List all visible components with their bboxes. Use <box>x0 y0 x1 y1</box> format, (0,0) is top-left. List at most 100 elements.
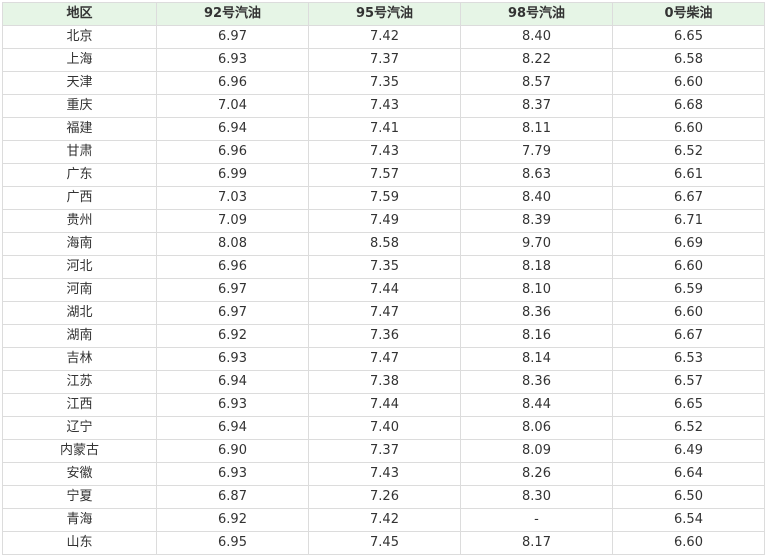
cell-98-gasoline: 8.14 <box>460 347 613 371</box>
cell-0-diesel: 6.50 <box>612 485 765 509</box>
cell-region: 江苏 <box>2 370 157 394</box>
cell-92-gasoline: 6.93 <box>156 393 309 417</box>
cell-92-gasoline: 6.99 <box>156 163 309 187</box>
cell-92-gasoline: 6.97 <box>156 278 309 302</box>
cell-92-gasoline: 6.87 <box>156 485 309 509</box>
oil-price-table: 地区 92号汽油 95号汽油 98号汽油 0号柴油 北京 6.97 7.42 8.40… <box>2 2 765 555</box>
cell-region: 安徽 <box>2 462 157 486</box>
table-row: 广西 7.03 7.59 8.40 6.67 <box>2 186 765 210</box>
cell-0-diesel: 6.60 <box>612 117 765 141</box>
cell-0-diesel: 6.60 <box>612 301 765 325</box>
table-row: 北京 6.97 7.42 8.40 6.65 <box>2 25 765 49</box>
table-row: 山东 6.95 7.45 8.17 6.60 <box>2 531 765 555</box>
cell-98-gasoline: 7.79 <box>460 140 613 164</box>
cell-98-gasoline: 8.06 <box>460 416 613 440</box>
cell-98-gasoline: 8.36 <box>460 301 613 325</box>
cell-region: 天津 <box>2 71 157 95</box>
cell-0-diesel: 6.67 <box>612 324 765 348</box>
cell-92-gasoline: 7.09 <box>156 209 309 233</box>
cell-98-gasoline: 8.37 <box>460 94 613 118</box>
cell-region: 广西 <box>2 186 157 210</box>
cell-92-gasoline: 6.92 <box>156 508 309 532</box>
cell-92-gasoline: 7.04 <box>156 94 309 118</box>
cell-95-gasoline: 7.43 <box>308 94 461 118</box>
cell-95-gasoline: 7.37 <box>308 439 461 463</box>
table-row: 湖北 6.97 7.47 8.36 6.60 <box>2 301 765 325</box>
cell-region: 辽宁 <box>2 416 157 440</box>
cell-0-diesel: 6.68 <box>612 94 765 118</box>
table-row: 重庆 7.04 7.43 8.37 6.68 <box>2 94 765 118</box>
cell-98-gasoline: 8.17 <box>460 531 613 555</box>
cell-region: 河北 <box>2 255 157 279</box>
cell-98-gasoline: 8.22 <box>460 48 613 72</box>
cell-92-gasoline: 6.96 <box>156 255 309 279</box>
table-row: 吉林 6.93 7.47 8.14 6.53 <box>2 347 765 371</box>
cell-95-gasoline: 8.58 <box>308 232 461 256</box>
cell-92-gasoline: 7.03 <box>156 186 309 210</box>
cell-region: 海南 <box>2 232 157 256</box>
cell-region: 广东 <box>2 163 157 187</box>
table-row: 河南 6.97 7.44 8.10 6.59 <box>2 278 765 302</box>
cell-92-gasoline: 6.93 <box>156 347 309 371</box>
cell-92-gasoline: 6.92 <box>156 324 309 348</box>
cell-0-diesel: 6.52 <box>612 416 765 440</box>
cell-0-diesel: 6.65 <box>612 393 765 417</box>
cell-92-gasoline: 6.94 <box>156 117 309 141</box>
cell-98-gasoline: 8.63 <box>460 163 613 187</box>
cell-0-diesel: 6.65 <box>612 25 765 49</box>
cell-region: 宁夏 <box>2 485 157 509</box>
cell-0-diesel: 6.49 <box>612 439 765 463</box>
oil-price-table-container: 地区 92号汽油 95号汽油 98号汽油 0号柴油 北京 6.97 7.42 8.40… <box>2 2 765 555</box>
cell-95-gasoline: 7.26 <box>308 485 461 509</box>
cell-region: 湖南 <box>2 324 157 348</box>
cell-region: 甘肃 <box>2 140 157 164</box>
cell-0-diesel: 6.60 <box>612 255 765 279</box>
cell-0-diesel: 6.58 <box>612 48 765 72</box>
cell-region: 福建 <box>2 117 157 141</box>
cell-0-diesel: 6.71 <box>612 209 765 233</box>
cell-region: 内蒙古 <box>2 439 157 463</box>
table-row: 天津 6.96 7.35 8.57 6.60 <box>2 71 765 95</box>
cell-region: 贵州 <box>2 209 157 233</box>
cell-98-gasoline: 8.18 <box>460 255 613 279</box>
cell-95-gasoline: 7.44 <box>308 393 461 417</box>
cell-region: 北京 <box>2 25 157 49</box>
cell-95-gasoline: 7.40 <box>308 416 461 440</box>
header-92-gasoline: 92号汽油 <box>156 2 309 26</box>
cell-95-gasoline: 7.41 <box>308 117 461 141</box>
cell-92-gasoline: 6.94 <box>156 370 309 394</box>
cell-95-gasoline: 7.43 <box>308 462 461 486</box>
cell-0-diesel: 6.53 <box>612 347 765 371</box>
header-region: 地区 <box>2 2 157 26</box>
cell-92-gasoline: 6.90 <box>156 439 309 463</box>
header-95-gasoline: 95号汽油 <box>308 2 461 26</box>
table-row: 宁夏 6.87 7.26 8.30 6.50 <box>2 485 765 509</box>
table-row: 海南 8.08 8.58 9.70 6.69 <box>2 232 765 256</box>
table-row: 上海 6.93 7.37 8.22 6.58 <box>2 48 765 72</box>
cell-0-diesel: 6.60 <box>612 531 765 555</box>
cell-region: 青海 <box>2 508 157 532</box>
cell-92-gasoline: 6.97 <box>156 301 309 325</box>
cell-0-diesel: 6.60 <box>612 71 765 95</box>
table-row: 江苏 6.94 7.38 8.36 6.57 <box>2 370 765 394</box>
cell-98-gasoline: 8.40 <box>460 25 613 49</box>
table-row: 江西 6.93 7.44 8.44 6.65 <box>2 393 765 417</box>
cell-98-gasoline: 8.10 <box>460 278 613 302</box>
cell-98-gasoline: 8.26 <box>460 462 613 486</box>
cell-95-gasoline: 7.57 <box>308 163 461 187</box>
header-0-diesel: 0号柴油 <box>612 2 765 26</box>
cell-98-gasoline: 8.09 <box>460 439 613 463</box>
cell-region: 山东 <box>2 531 157 555</box>
cell-95-gasoline: 7.59 <box>308 186 461 210</box>
cell-92-gasoline: 6.93 <box>156 462 309 486</box>
cell-98-gasoline: 8.57 <box>460 71 613 95</box>
cell-95-gasoline: 7.35 <box>308 255 461 279</box>
page-margin <box>765 0 779 560</box>
cell-92-gasoline: 6.96 <box>156 140 309 164</box>
cell-region: 吉林 <box>2 347 157 371</box>
cell-98-gasoline: 8.11 <box>460 117 613 141</box>
cell-95-gasoline: 7.35 <box>308 71 461 95</box>
table-row: 内蒙古 6.90 7.37 8.09 6.49 <box>2 439 765 463</box>
cell-92-gasoline: 6.94 <box>156 416 309 440</box>
cell-95-gasoline: 7.44 <box>308 278 461 302</box>
